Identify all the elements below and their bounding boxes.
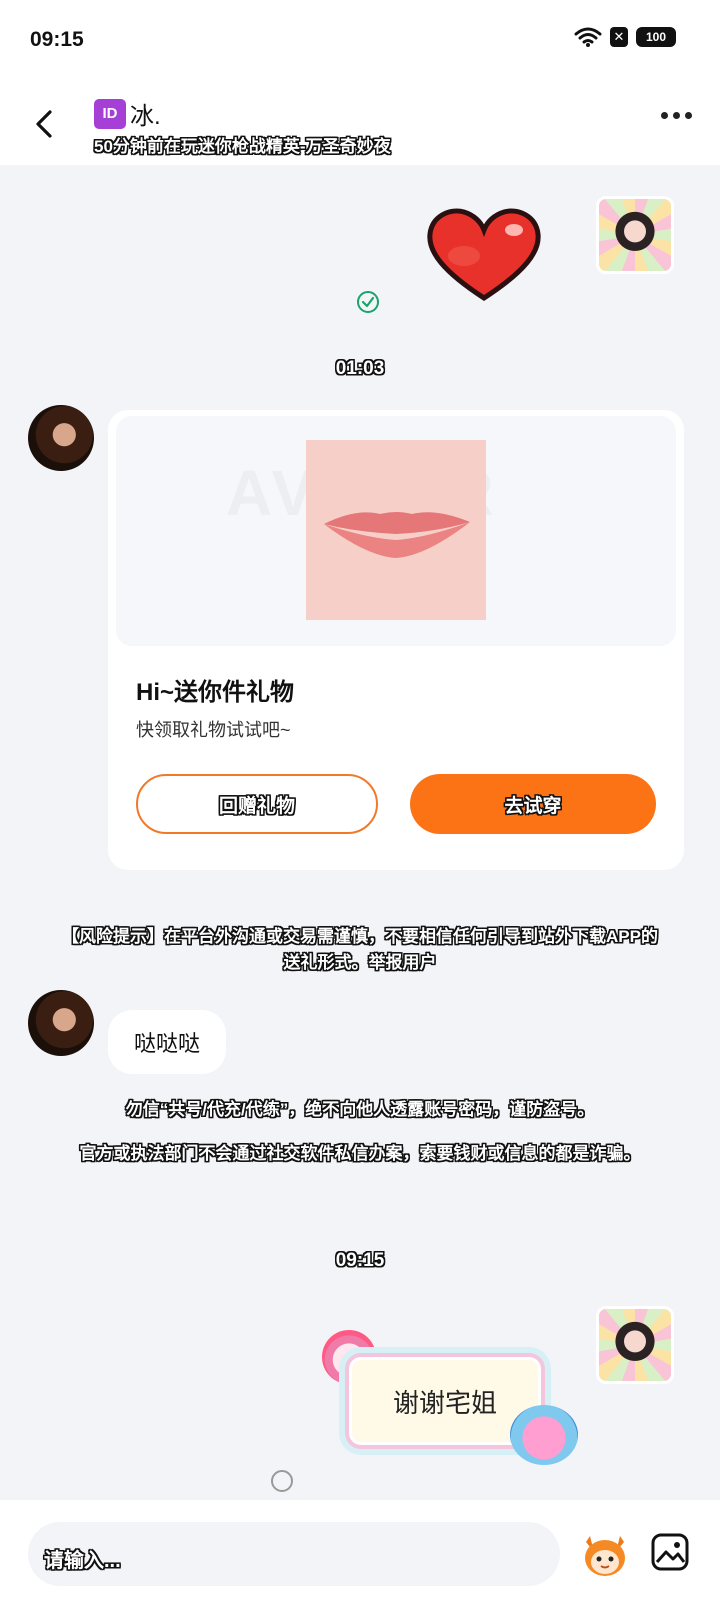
back-arrow-icon[interactable] (28, 106, 64, 142)
contact-avatar[interactable] (28, 405, 94, 471)
return-gift-button[interactable]: 回赠礼物 (136, 774, 378, 834)
contact-status: 50分钟前在玩迷你枪战精英-万圣奇妙夜 (94, 137, 391, 156)
gift-lips-image (306, 440, 486, 620)
more-options-icon[interactable] (661, 112, 692, 119)
gift-card[interactable]: AVATAR Hi~送你件礼物 快领取礼物试试吧~ 回赠礼物 去试穿 (108, 410, 684, 870)
contact-avatar[interactable] (28, 990, 94, 1056)
chat-header: ID 冰. 50分钟前在玩迷你枪战精英-万圣奇妙夜 (0, 82, 720, 165)
sim-off-icon: ✕ (610, 27, 628, 47)
id-badge-icon: ID (94, 98, 126, 129)
message-bubble[interactable]: 哒哒哒 (108, 1010, 227, 1074)
wifi-icon (574, 27, 602, 47)
my-avatar[interactable] (596, 196, 674, 274)
mascot-sticker-icon (510, 1405, 578, 1465)
message-input[interactable] (28, 1522, 560, 1586)
gift-description: 快领取礼物试试吧~ (136, 720, 291, 740)
status-bar: 09:15 ✕ 100 (0, 0, 720, 82)
contact-name: 冰. (130, 103, 161, 130)
security-notice: 勿信“共号/代充/代练”，绝不向他人透露账号密码，谨防盗号。 (125, 1100, 595, 1119)
image-icon[interactable] (650, 1532, 690, 1572)
scroll-to-bottom-indicator[interactable] (271, 1470, 293, 1492)
emoji-mascot-icon[interactable] (580, 1530, 630, 1578)
read-check-icon (357, 291, 379, 313)
lips-icon (324, 512, 470, 558)
page-title[interactable]: ID 冰. (94, 96, 161, 131)
status-time: 09:15 (30, 28, 84, 51)
fraud-notice: 官方或执法部门不会通过社交软件私信办案，索要钱财或信息的都是诈骗。 (79, 1144, 641, 1163)
gift-preview: AVATAR (116, 416, 676, 646)
try-on-button[interactable]: 去试穿 (410, 774, 656, 834)
battery-icon: 100 (636, 27, 676, 47)
heart-sticker[interactable] (424, 206, 544, 306)
status-icons: ✕ 100 (574, 26, 676, 48)
message-timestamp: 09:15 (335, 1250, 385, 1271)
risk-warning-notice[interactable]: 【风险提示】在平台外沟通或交易需谨慎，不要相信任何引导到站外下载APP的送礼形式… (60, 924, 660, 976)
input-bar: 请输入... (0, 1500, 720, 1604)
my-avatar[interactable] (596, 1306, 674, 1384)
message-timestamp: 01:03 (335, 358, 385, 379)
gift-title: Hi~送你件礼物 (136, 679, 295, 706)
